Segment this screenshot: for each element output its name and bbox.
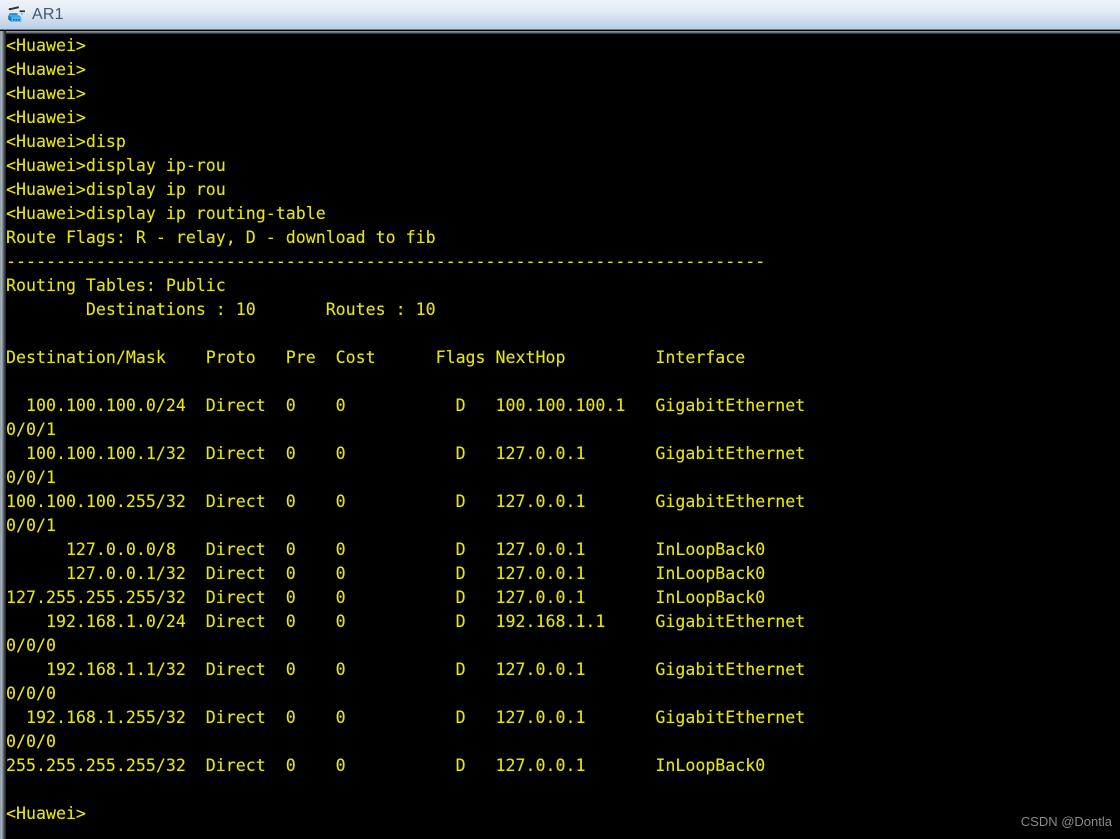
terminal-line: 100.100.100.0/24 Direct 0 0 D 100.100.10… — [6, 396, 806, 415]
watermark-label: CSDN @Dontla — [1020, 814, 1112, 829]
terminal-line: 0/0/1 — [6, 420, 56, 439]
terminal-line: 127.0.0.1/32 Direct 0 0 D 127.0.0.1 InLo… — [6, 564, 766, 583]
terminal-line: 0/0/1 — [6, 468, 56, 487]
terminal-line: 100.100.100.255/32 Direct 0 0 D 127.0.0.… — [6, 492, 806, 511]
terminal-line: 192.168.1.0/24 Direct 0 0 D 192.168.1.1 … — [6, 612, 806, 631]
router-console-window: AR1 <Huawei> <Huawei> <Huawei> <Huawei> <Hua… — [0, 0, 1120, 839]
terminal-line: <Huawei> — [6, 804, 86, 823]
terminal-line: <Huawei>display ip rou — [6, 180, 226, 199]
terminal-line: ----------------------------------------… — [6, 252, 766, 271]
terminal-line: <Huawei> — [6, 36, 86, 55]
terminal-line: Routing Tables: Public — [6, 276, 226, 295]
terminal-line: <Huawei>display ip-rou — [6, 156, 226, 175]
terminal-line: <Huawei>display ip routing-table — [6, 204, 326, 223]
terminal-line: 127.255.255.255/32 Direct 0 0 D 127.0.0.… — [6, 588, 766, 607]
terminal-line: <Huawei> — [6, 60, 86, 79]
terminal-line: 0/0/0 — [6, 636, 56, 655]
terminal-screen[interactable]: <Huawei> <Huawei> <Huawei> <Huawei> <Huawei>… — [6, 34, 1120, 839]
terminal-pane[interactable]: <Huawei> <Huawei> <Huawei> <Huawei> <Huawei>… — [0, 31, 1120, 839]
terminal-line: Destinations : 10 Routes : 10 — [6, 300, 436, 319]
terminal-line: <Huawei> — [6, 84, 86, 103]
window-titlebar: AR1 — [0, 0, 1120, 30]
terminal-line: 0/0/1 — [6, 516, 56, 535]
terminal-line: Route Flags: R - relay, D - download to … — [6, 228, 436, 247]
terminal-line: 192.168.1.255/32 Direct 0 0 D 127.0.0.1 … — [6, 708, 806, 727]
terminal-line: 0/0/0 — [6, 732, 56, 751]
terminal-line: 127.0.0.0/8 Direct 0 0 D 127.0.0.1 InLoo… — [6, 540, 766, 559]
terminal-line: <Huawei> — [6, 108, 86, 127]
terminal-line: Destination/Mask Proto Pre Cost Flags Ne… — [6, 348, 746, 367]
window-title: AR1 — [32, 5, 64, 23]
terminal-line: 255.255.255.255/32 Direct 0 0 D 127.0.0.… — [6, 756, 766, 775]
terminal-line: 192.168.1.1/32 Direct 0 0 D 127.0.0.1 Gi… — [6, 660, 806, 679]
terminal-line: 100.100.100.1/32 Direct 0 0 D 127.0.0.1 … — [6, 444, 806, 463]
router-device-icon — [6, 4, 28, 26]
terminal-line: <Huawei>disp — [6, 132, 126, 151]
terminal-line: 0/0/0 — [6, 684, 56, 703]
